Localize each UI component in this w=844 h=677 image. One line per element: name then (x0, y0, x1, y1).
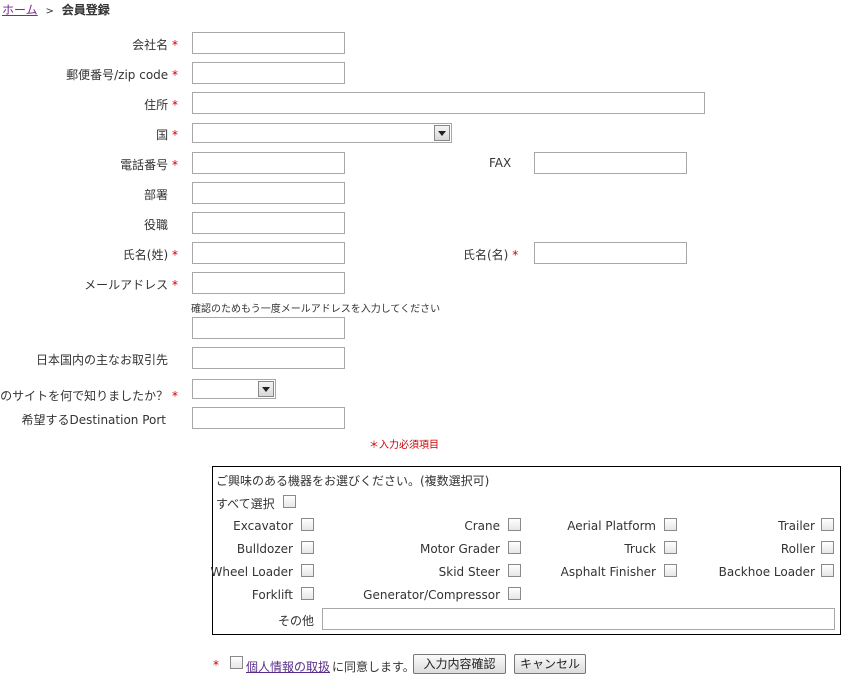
chevron-down-icon[interactable] (258, 381, 274, 397)
equipment-checkbox-trailer[interactable] (821, 518, 834, 531)
required-note: ＊入力必須項目 (369, 440, 439, 451)
address-label: 住所 * (144, 98, 178, 112)
equipment-checkbox-generator-compressor[interactable] (508, 587, 521, 600)
equipment-label-wheel-loader: Wheel Loader (210, 565, 294, 579)
equipment-label-generator-compressor: Generator/Compressor (363, 588, 500, 602)
breadcrumb: ホーム > 会員登録 (2, 1, 110, 18)
equipment-label-roller: Roller (780, 542, 815, 556)
main-partner-label: 日本国内の主なお取引先 (35, 353, 168, 367)
equipment-checkbox-truck[interactable] (664, 541, 677, 554)
equipment-label-truck: Truck (624, 542, 656, 556)
position-label: 役職 (143, 218, 168, 232)
fax-label: FAX (489, 156, 512, 170)
equipment-checkbox-roller[interactable] (821, 541, 834, 554)
email-confirm-note: 確認のためもう一度メールアドレスを入力してください (191, 304, 441, 315)
country-select[interactable] (192, 123, 452, 143)
destination-port-label: 希望するDestination Port (21, 413, 166, 427)
equipment-label-skid-steer: Skid Steer (438, 565, 500, 579)
equipment-label-trailer: Trailer (778, 519, 815, 533)
equipment-label-asphalt-finisher: Asphalt Finisher (560, 565, 656, 579)
privacy-policy-link[interactable]: 個人情報の取扱 (246, 658, 330, 675)
phone-input[interactable] (192, 152, 345, 174)
email-label: メールアドレス * (84, 278, 178, 292)
first-name-input[interactable] (534, 242, 687, 264)
equipment-other-label: その他 (277, 614, 314, 628)
company-input[interactable] (192, 32, 345, 54)
equipment-checkbox-motor-grader[interactable] (508, 541, 521, 554)
equipment-label-aerial-platform: Aerial Platform (567, 519, 656, 533)
equipment-panel: ご興味のある機器をお選びください。(複数選択可) すべて選択 Excavator… (210, 466, 841, 635)
equipment-checkbox-wheel-loader[interactable] (301, 564, 314, 577)
cancel-button[interactable]: キャンセル (514, 654, 586, 674)
email-confirm-input[interactable] (192, 317, 345, 339)
address-input[interactable] (192, 92, 705, 114)
phone-label: 電話番号 * (120, 158, 178, 172)
zip-input[interactable] (192, 62, 345, 84)
equipment-other-input[interactable] (322, 608, 835, 630)
equipment-checkbox-skid-steer[interactable] (508, 564, 521, 577)
equipment-label-crane: Crane (464, 519, 500, 533)
equipment-checkbox-forklift[interactable] (301, 587, 314, 600)
equipment-checkbox-backhoe-loader[interactable] (821, 564, 834, 577)
zip-label: 郵便番号/zip code * (66, 68, 178, 82)
equipment-checkbox-crane[interactable] (508, 518, 521, 531)
chevron-down-icon[interactable] (434, 125, 450, 141)
department-label: 部署 (143, 188, 168, 202)
position-input[interactable] (192, 212, 345, 234)
email-input[interactable] (192, 272, 345, 294)
equipment-label-motor-grader: Motor Grader (419, 542, 500, 556)
how-found-select[interactable] (192, 379, 276, 399)
equipment-label-excavator: Excavator (233, 519, 293, 533)
last-name-label: 氏名(姓) * (122, 248, 178, 262)
equipment-label-forklift: Forklift (251, 588, 293, 602)
main-partner-input[interactable] (192, 347, 345, 369)
select-all-checkbox[interactable] (283, 495, 296, 508)
equipment-checkbox-bulldozer[interactable] (301, 541, 314, 554)
fax-input[interactable] (534, 152, 687, 174)
equipment-label-bulldozer: Bulldozer (236, 542, 293, 556)
country-label: 国 * (156, 128, 178, 142)
agreement-suffix: に同意します。 (332, 660, 415, 674)
equipment-label-backhoe-loader: Backhoe Loader (718, 565, 815, 579)
agreement-checkbox[interactable] (230, 656, 243, 669)
destination-port-input[interactable] (192, 407, 345, 429)
breadcrumb-separator: > (45, 6, 54, 17)
equipment-checkbox-asphalt-finisher[interactable] (664, 564, 677, 577)
page-title: 会員登録 (61, 3, 110, 17)
last-name-input[interactable] (192, 242, 345, 264)
select-all-label: すべて選択 (216, 497, 275, 511)
agreement-required-mark: * (213, 658, 219, 672)
confirm-button[interactable]: 入力内容確認 (413, 654, 506, 674)
equipment-checkbox-excavator[interactable] (301, 518, 314, 531)
department-input[interactable] (192, 182, 345, 204)
first-name-label: 氏名(名) * (463, 248, 519, 262)
equipment-heading: ご興味のある機器をお選びください。(複数選択可) (216, 474, 490, 488)
breadcrumb-home-link[interactable]: ホーム (2, 3, 38, 17)
company-label: 会社名 * (132, 38, 178, 52)
how-found-label: このサイトを何で知りましたか？ * (0, 389, 178, 403)
equipment-checkbox-aerial-platform[interactable] (664, 518, 677, 531)
